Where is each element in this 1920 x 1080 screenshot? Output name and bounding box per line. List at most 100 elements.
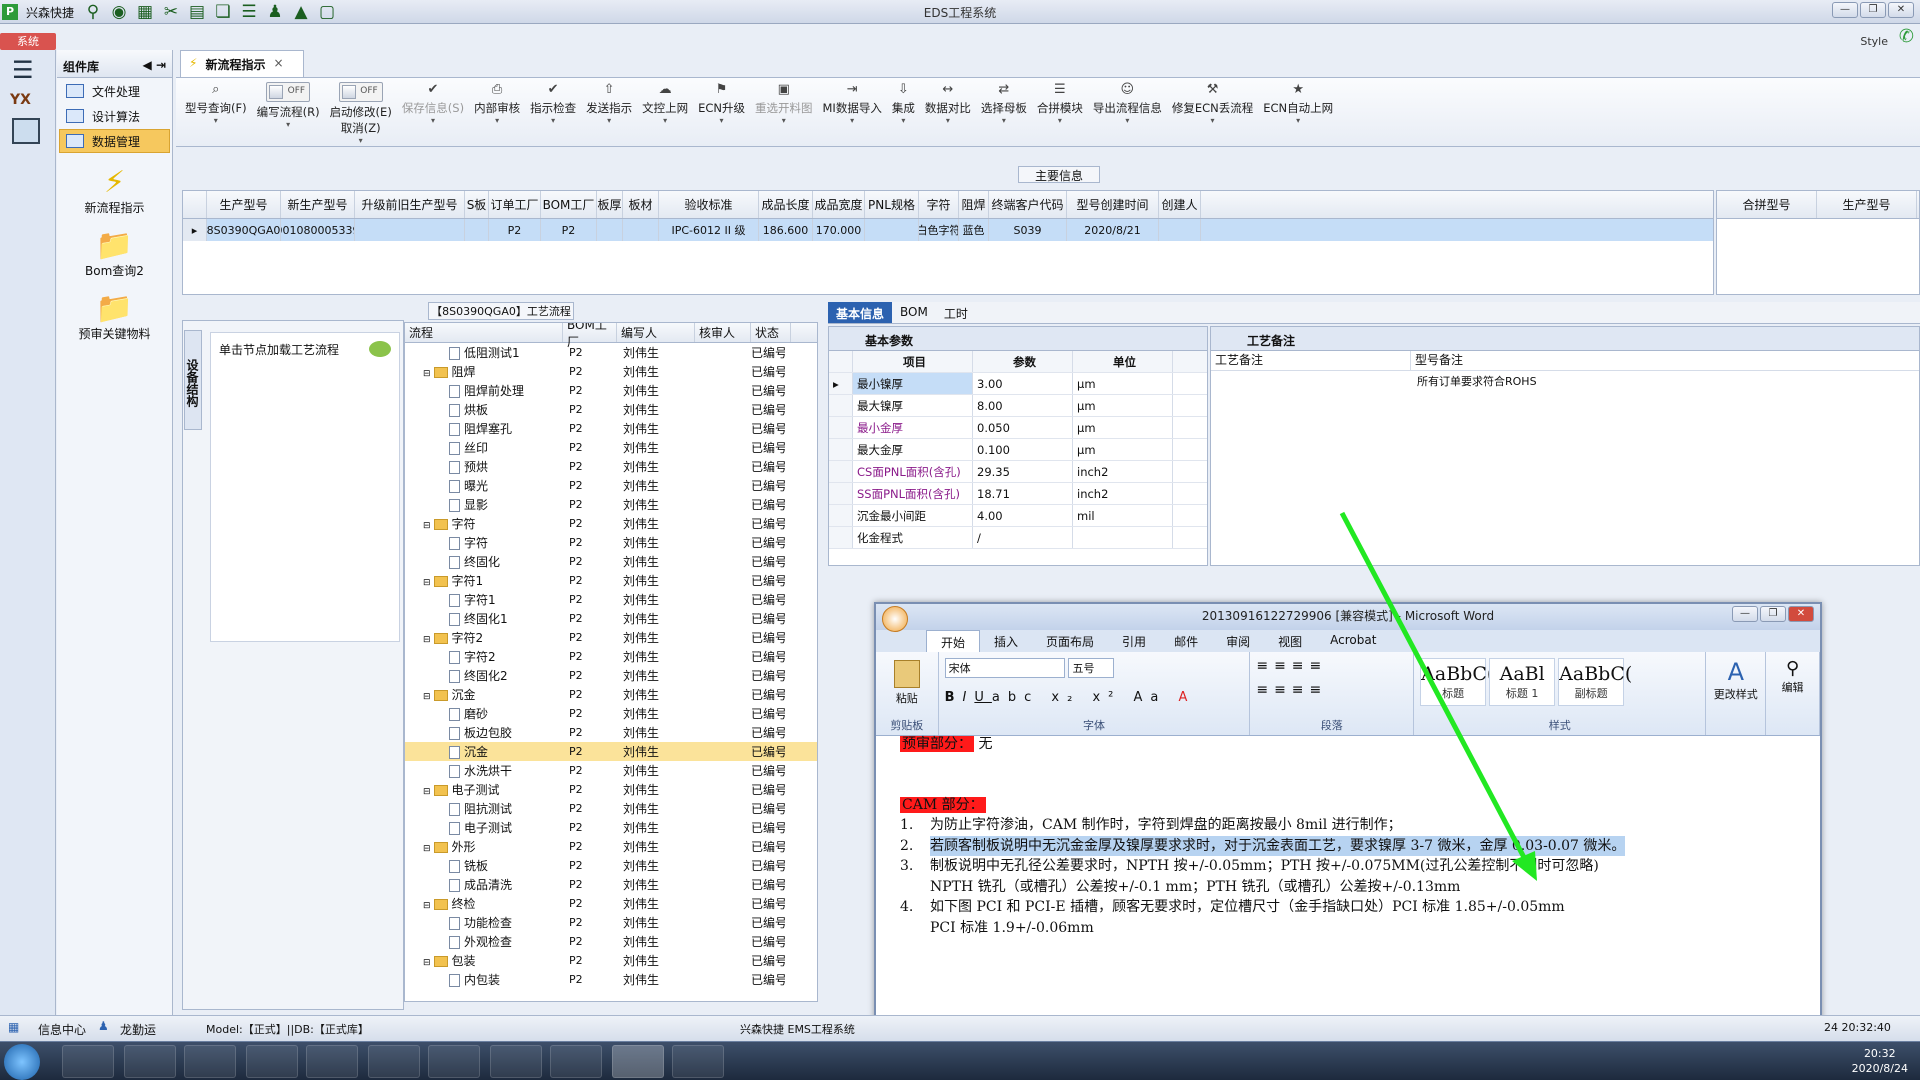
column-header[interactable]: 状态 bbox=[751, 323, 791, 342]
ribbon-button[interactable]: ↔ 数据对比 ▾ bbox=[920, 78, 976, 146]
toggle-switch[interactable]: OFF bbox=[338, 82, 383, 102]
tree-node[interactable]: ⊟ 字符1 P2 刘伟生 已编号 bbox=[405, 571, 817, 590]
tree-node[interactable]: 低阻测试1 P2 刘伟生 已编号 bbox=[405, 343, 817, 362]
chevron-down-icon[interactable]: ▾ bbox=[607, 116, 611, 125]
column-header[interactable]: S板 bbox=[465, 191, 489, 218]
column-header[interactable]: PNL规格 bbox=[865, 191, 919, 218]
start-button-icon[interactable] bbox=[4, 1044, 40, 1080]
word-tab[interactable]: 页面布局 bbox=[1032, 630, 1108, 652]
ribbon-button[interactable]: ⇄ 选择母板 ▾ bbox=[976, 78, 1032, 146]
tool-material[interactable]: 📁 预审关键物料 bbox=[57, 293, 172, 342]
chevron-down-icon[interactable]: ▾ bbox=[495, 116, 499, 125]
yx-icon[interactable]: YX bbox=[10, 92, 45, 108]
chevron-down-icon[interactable]: ▾ bbox=[1058, 116, 1062, 125]
chevron-down-icon[interactable]: ▾ bbox=[551, 116, 555, 125]
column-header[interactable]: 生产型号 bbox=[1817, 191, 1917, 218]
column-header[interactable]: 新生产型号 bbox=[281, 191, 355, 218]
expand-icon[interactable]: ⊟ bbox=[423, 369, 431, 379]
column-header[interactable]: 生产型号 bbox=[207, 191, 281, 218]
column-header[interactable]: 订单工厂 bbox=[489, 191, 541, 218]
column-header[interactable]: 合拼型号 bbox=[1717, 191, 1817, 218]
param-row[interactable]: 沉金最小间距 4.00 mil bbox=[829, 505, 1207, 527]
ribbon-button[interactable]: ⇧ 发送指示 ▾ bbox=[581, 78, 637, 146]
tree-node[interactable]: 字符2 P2 刘伟生 已编号 bbox=[405, 647, 817, 666]
minimize-button[interactable]: — bbox=[1832, 2, 1858, 18]
param-value[interactable]: 29.35 bbox=[973, 461, 1073, 482]
taskbar-viewer-icon[interactable] bbox=[672, 1045, 724, 1078]
table-cell[interactable]: 186.600 bbox=[759, 219, 813, 241]
tab-new-process[interactable]: ⚡ 新流程指示 × bbox=[180, 50, 304, 77]
table-cell[interactable]: S039 bbox=[989, 219, 1067, 241]
chevron-down-icon[interactable]: ▾ bbox=[214, 116, 218, 125]
word-restore-button[interactable]: ❐ bbox=[1760, 606, 1786, 622]
remark-note[interactable]: 所有订单要求符合ROHS bbox=[1413, 373, 1537, 389]
ribbon-button[interactable]: ⇩ 集成 ▾ bbox=[887, 78, 920, 146]
column-header[interactable]: 字符 bbox=[919, 191, 959, 218]
table-cell[interactable] bbox=[623, 219, 659, 241]
font-select[interactable]: 宋体 bbox=[944, 658, 1065, 678]
param-row[interactable]: CS面PNL面积(含孔) 29.35 inch2 bbox=[829, 461, 1207, 483]
close-icon[interactable]: × bbox=[273, 56, 283, 72]
table-cell[interactable] bbox=[1159, 219, 1201, 241]
param-value[interactable]: 4.00 bbox=[973, 505, 1073, 526]
table-cell[interactable]: 10010800053390 bbox=[281, 219, 355, 241]
tree-node[interactable]: 显影 P2 刘伟生 已编号 bbox=[405, 495, 817, 514]
office-button-icon[interactable] bbox=[882, 606, 908, 632]
ribbon-button[interactable]: ☺ 导出流程信息 ▾ bbox=[1088, 78, 1167, 146]
expand-icon[interactable]: ⊟ bbox=[423, 901, 431, 911]
tree-node[interactable]: 成品清洗 P2 刘伟生 已编号 bbox=[405, 875, 817, 894]
param-row[interactable]: 化金程式 / bbox=[829, 527, 1207, 549]
tree-node[interactable]: 终固化1 P2 刘伟生 已编号 bbox=[405, 609, 817, 628]
column-header[interactable]: 成品长度 bbox=[759, 191, 813, 218]
column-header[interactable]: BOM工厂 bbox=[541, 191, 597, 218]
taskbar-excel-icon[interactable] bbox=[550, 1045, 602, 1078]
expand-icon[interactable]: ⊟ bbox=[423, 521, 431, 531]
chevron-down-icon[interactable]: ▾ bbox=[1125, 116, 1129, 125]
table-cell[interactable] bbox=[465, 219, 489, 241]
param-row[interactable]: 最大金厚 0.100 μm bbox=[829, 439, 1207, 461]
table-cell[interactable]: IPC-6012 II 级 bbox=[659, 219, 759, 241]
phone-icon[interactable]: ✆ bbox=[1899, 26, 1914, 47]
taskbar-tool-icon[interactable] bbox=[490, 1045, 542, 1078]
tool-new-process[interactable]: ⚡ 新流程指示 bbox=[57, 167, 172, 216]
tree-node[interactable]: ⊟ 字符 P2 刘伟生 已编号 bbox=[405, 514, 817, 533]
chevron-down-icon[interactable]: ▾ bbox=[782, 116, 786, 125]
chevron-down-icon[interactable]: ▾ bbox=[1211, 116, 1215, 125]
tree-node[interactable]: 字符1 P2 刘伟生 已编号 bbox=[405, 590, 817, 609]
info-tab[interactable]: 工时 bbox=[936, 302, 976, 323]
table-cell[interactable]: 170.000 bbox=[813, 219, 865, 241]
tree-node[interactable]: ⊟ 沉金 P2 刘伟生 已编号 bbox=[405, 685, 817, 704]
toggle-switch[interactable]: OFF bbox=[266, 82, 311, 102]
chevron-down-icon[interactable]: ▾ bbox=[359, 136, 363, 145]
word-tab[interactable]: 邮件 bbox=[1160, 630, 1212, 652]
tree-node[interactable]: 丝印 P2 刘伟生 已编号 bbox=[405, 438, 817, 457]
chevron-down-icon[interactable]: ▾ bbox=[286, 120, 290, 129]
param-value[interactable]: 0.100 bbox=[973, 439, 1073, 460]
ribbon-button[interactable]: ⇥ MI数据导入 ▾ bbox=[818, 78, 887, 146]
word-tab[interactable]: 视图 bbox=[1264, 630, 1316, 652]
tree-node[interactable]: 阻抗测试 P2 刘伟生 已编号 bbox=[405, 799, 817, 818]
tree-node[interactable]: 烘板 P2 刘伟生 已编号 bbox=[405, 400, 817, 419]
ribbon-button[interactable]: ☰ 合拼模块 ▾ bbox=[1032, 78, 1088, 146]
tree-node[interactable]: 功能检查 P2 刘伟生 已编号 bbox=[405, 913, 817, 932]
column-header[interactable]: 核审人 bbox=[695, 323, 751, 342]
table-row[interactable]: ▸8S0390QGA010010800053390 P2P2 IPC-6012 II… bbox=[183, 219, 1713, 241]
chevron-down-icon[interactable]: ▾ bbox=[663, 116, 667, 125]
table-cell[interactable]: 蓝色 bbox=[959, 219, 989, 241]
table-cell[interactable]: 白色字符 bbox=[919, 219, 959, 241]
chevron-down-icon[interactable]: ▾ bbox=[720, 116, 724, 125]
tree-node[interactable]: ⊟ 终检 P2 刘伟生 已编号 bbox=[405, 894, 817, 913]
chevron-down-icon[interactable]: ▾ bbox=[901, 116, 905, 125]
expand-icon[interactable]: ⊟ bbox=[423, 787, 431, 797]
system-tab[interactable]: 系统 bbox=[0, 33, 56, 50]
ribbon-button[interactable]: ▣ 重选开料图 ▾ bbox=[750, 78, 818, 146]
close-button[interactable]: ✕ bbox=[1888, 2, 1914, 18]
tree-node[interactable]: 外观检查 P2 刘伟生 已编号 bbox=[405, 932, 817, 951]
style-menu[interactable]: Style bbox=[1860, 35, 1888, 48]
table-cell[interactable]: P2 bbox=[489, 219, 541, 241]
expand-icon[interactable]: ⊟ bbox=[423, 958, 431, 968]
ribbon-button[interactable]: ⎙ 内部审核 ▾ bbox=[469, 78, 525, 146]
paste-icon[interactable] bbox=[893, 660, 920, 688]
word-tab[interactable]: 引用 bbox=[1108, 630, 1160, 652]
param-value[interactable]: 18.71 bbox=[973, 483, 1073, 504]
